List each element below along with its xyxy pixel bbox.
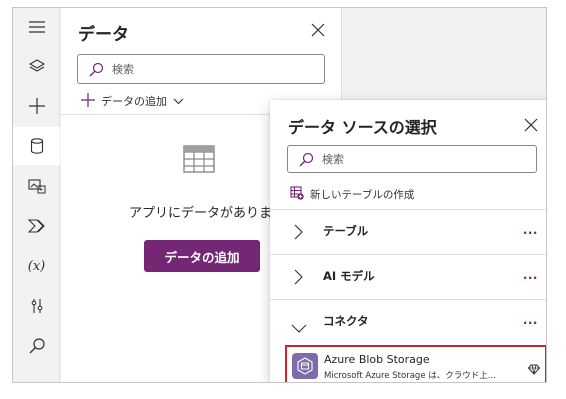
connector-description: Microsoft Azure Storage は、クラウド上... (324, 371, 496, 381)
section-label: AI モデル (323, 269, 375, 283)
select-data-source-flyout: データ ソースの選択 新しいテーブルの作成 テーブル ... (270, 100, 546, 382)
connector-name: Azure Blob Storage (324, 353, 430, 366)
left-rail: (x) (13, 8, 60, 382)
variables-icon[interactable]: (x) (13, 247, 60, 285)
more-options-icon[interactable]: ... (523, 313, 538, 327)
media-icon[interactable] (13, 167, 60, 205)
data-panel-title: データ (78, 25, 129, 45)
add-data-dropdown[interactable]: データの追加 (81, 92, 184, 110)
section-tables[interactable]: テーブル ... (270, 210, 546, 254)
chevron-down-icon (173, 95, 184, 108)
table-icon (183, 145, 215, 177)
new-table-label: 新しいテーブルの作成 (310, 189, 415, 201)
connector-azure-blob-storage[interactable]: Azure Blob Storage Microsoft Azure Stora… (285, 345, 546, 382)
section-ai-models[interactable]: AI モデル ... (270, 255, 546, 299)
power-automate-icon[interactable] (13, 207, 60, 245)
search-icon (88, 62, 104, 82)
chevron-right-icon (294, 269, 303, 289)
premium-diamond-icon (527, 360, 541, 379)
data-source-search-input[interactable] (322, 150, 522, 168)
more-options-icon[interactable]: ... (523, 223, 538, 237)
close-icon[interactable] (524, 117, 538, 136)
section-label: コネクタ (323, 314, 369, 328)
hamburger-menu-icon[interactable] (13, 8, 60, 46)
layers-icon[interactable] (13, 47, 60, 85)
azure-blob-storage-icon (292, 353, 318, 379)
new-table-icon (290, 186, 304, 203)
more-options-icon[interactable]: ... (523, 268, 538, 282)
data-search-box[interactable] (77, 54, 325, 84)
search-icon (298, 152, 314, 172)
insert-plus-icon[interactable] (13, 87, 60, 125)
search-icon[interactable] (13, 327, 60, 365)
add-data-label: データの追加 (101, 95, 167, 108)
empty-state-message: アプリにデータがありませ (129, 206, 285, 221)
plus-icon (81, 92, 95, 110)
close-icon[interactable] (311, 22, 327, 38)
flyout-title: データ ソースの選択 (288, 118, 437, 137)
section-connectors[interactable]: コネクタ ... (270, 300, 546, 344)
variables-icon-label: (x) (27, 258, 46, 274)
add-data-button[interactable]: データの追加 (144, 240, 260, 272)
advanced-tools-icon[interactable] (13, 287, 60, 325)
app-window: (x) データ データの追加 (12, 7, 547, 383)
section-label: テーブル (323, 224, 369, 238)
data-search-input[interactable] (112, 60, 312, 78)
data-source-search-box[interactable] (287, 145, 537, 173)
database-icon[interactable] (13, 127, 60, 165)
chevron-down-icon (291, 318, 307, 337)
create-new-table-link[interactable]: 新しいテーブルの作成 (290, 186, 414, 203)
chevron-right-icon (294, 224, 303, 244)
